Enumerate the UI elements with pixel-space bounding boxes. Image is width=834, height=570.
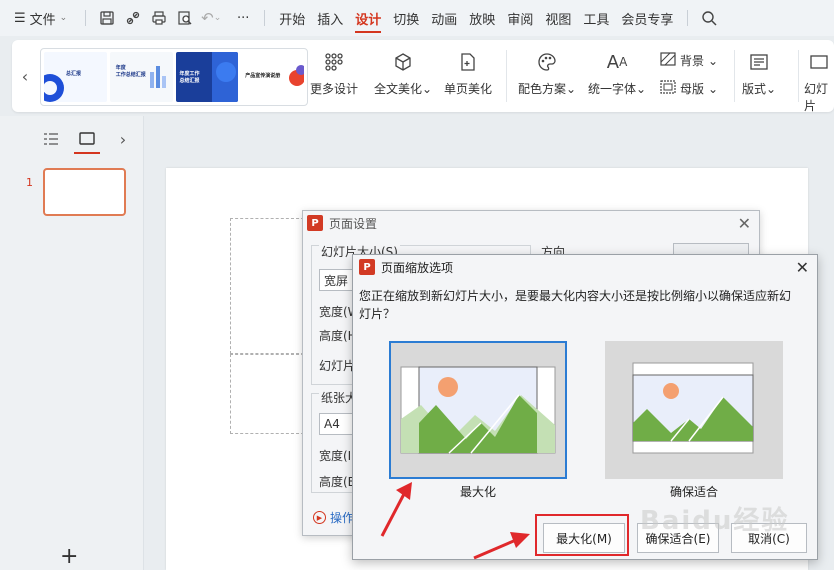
ensure-fit-preview-image (632, 362, 754, 454)
close-icon[interactable]: ✕ (738, 214, 751, 233)
more-design-button[interactable]: 更多设计 (310, 48, 358, 97)
more-icon[interactable]: ··· (230, 5, 256, 31)
file-menu-label: 文件 (29, 12, 56, 28)
dialog-title: 页面缩放选项 (381, 260, 454, 275)
color-scheme-button[interactable]: 配色方案⌄ (518, 48, 576, 97)
layout-icon (745, 48, 773, 76)
divider (264, 10, 266, 26)
outline-icon[interactable] (40, 128, 62, 150)
divider (687, 10, 689, 26)
tab-member[interactable]: 会员专享 (615, 0, 679, 36)
presentation-logo-icon: P (307, 215, 323, 231)
layout-label: 版式⌄ (742, 82, 777, 96)
master-label: 母版 (680, 82, 705, 96)
close-icon[interactable]: ✕ (796, 258, 809, 277)
undo-icon[interactable]: ↶ ⌄ (198, 5, 224, 31)
ensure-fit-option-label: 确保适合 (669, 485, 718, 499)
menu-bar: ☰ 文件 ⌄ ↶ ⌄ ··· 开始 插入 设计 切换 动画 放映 审阅 视图 工具… (0, 0, 834, 36)
add-slide-icon[interactable]: + (60, 544, 78, 569)
template-thumb[interactable]: 年度工作 总结汇报 (175, 52, 239, 102)
background-button[interactable]: 背景 ⌄ (660, 52, 718, 69)
hamburger-icon: ☰ (14, 10, 26, 26)
slide-icon (805, 48, 833, 76)
slides-panel: › 1 + (0, 116, 144, 570)
dialog-titlebar: P 页面缩放选项 (353, 255, 817, 279)
paper-width-label: 宽度(I (319, 449, 352, 463)
thumbnail-view-icon[interactable] (74, 128, 100, 154)
more-design-label: 更多设计 (310, 82, 359, 96)
palette-icon (533, 48, 561, 76)
font-icon: AA (606, 51, 628, 73)
divider (85, 10, 87, 26)
tab-transition[interactable]: 切换 (387, 0, 425, 36)
play-icon: ▶ (313, 511, 326, 524)
maximize-option-label: 最大化 (459, 485, 496, 499)
operation-tip-label: 操作 (330, 511, 355, 525)
file-menu[interactable]: ☰ 文件 ⌄ (14, 9, 67, 28)
dialog-titlebar: P 页面设置 (303, 211, 759, 235)
background-label: 背景 (680, 54, 705, 68)
template-thumb[interactable]: 总汇报 (44, 52, 107, 102)
master-icon (660, 80, 676, 97)
template-thumb[interactable]: 产品宣传演说册 (241, 52, 304, 102)
ensure-fit-option[interactable] (605, 341, 783, 479)
chevron-right-icon[interactable]: › (112, 128, 134, 150)
tab-design[interactable]: 设计 (349, 0, 387, 36)
slide-size-label: 幻灯片 (804, 82, 829, 113)
background-icon (660, 52, 676, 69)
slide-size-button[interactable]: 幻灯片 (804, 48, 834, 114)
layout-button[interactable]: 版式⌄ (742, 48, 776, 97)
dialog-title: 页面设置 (329, 216, 378, 231)
chevron-down-icon: ⌄ (708, 81, 719, 96)
search-icon[interactable] (696, 5, 722, 31)
tab-animation[interactable]: 动画 (425, 0, 463, 36)
grid-icon (320, 48, 348, 76)
page-magic-icon (454, 48, 482, 76)
unify-font-label: 统一字体⌄ (588, 82, 647, 96)
chevron-down-icon: ⌄ (59, 13, 68, 23)
divider (798, 50, 799, 102)
slide-number: 1 (26, 176, 33, 189)
panel-tabs: › (40, 128, 134, 154)
print-icon[interactable] (146, 5, 172, 31)
maximize-preview-image (400, 366, 556, 454)
design-ribbon: ‹ 总汇报 年度 工作总结汇报 年度工作 总结汇报 产品宣传演说册 更多设计 全… (12, 40, 834, 114)
divider (734, 50, 735, 102)
highlight-box (535, 514, 629, 556)
full-beautify-label: 全文美化⌄ (374, 82, 433, 96)
single-beautify-label: 单页美化 (444, 82, 493, 96)
slide-label: 幻灯片 (319, 359, 356, 373)
operation-tip-link[interactable]: ▶ 操作 (313, 509, 354, 526)
tab-review[interactable]: 审阅 (501, 0, 539, 36)
tab-home[interactable]: 开始 (273, 0, 311, 36)
template-thumb-text: 总汇报 (66, 71, 82, 77)
presentation-logo-icon: P (359, 259, 375, 275)
full-beautify-button[interactable]: 全文美化⌄ (374, 48, 432, 97)
tab-slideshow[interactable]: 放映 (463, 0, 501, 36)
watermark: Baidu经验 (640, 506, 790, 536)
chevron-down-icon: ⌄ (708, 53, 719, 68)
slide-thumbnail[interactable] (43, 168, 126, 216)
divider (506, 50, 507, 102)
template-thumb[interactable]: 年度 工作总结汇报 (109, 52, 173, 102)
maximize-option[interactable] (389, 341, 567, 479)
tab-view[interactable]: 视图 (539, 0, 577, 36)
single-beautify-button[interactable]: 单页美化 (444, 48, 492, 97)
save-icon[interactable] (94, 5, 120, 31)
chevron-left-icon[interactable]: ‹ (14, 48, 36, 104)
paper-height-label: 高度(E (319, 475, 356, 489)
cube-icon (389, 48, 417, 76)
template-thumb-text: 年度工作 总结汇报 (179, 71, 200, 84)
share-icon[interactable] (120, 5, 146, 31)
preview-icon[interactable] (172, 5, 198, 31)
master-button[interactable]: 母版 ⌄ (660, 80, 718, 97)
unify-font-button[interactable]: AA 统一字体⌄ (588, 48, 646, 97)
tab-insert[interactable]: 插入 (311, 0, 349, 36)
color-scheme-label: 配色方案⌄ (518, 82, 577, 96)
tab-tools[interactable]: 工具 (577, 0, 615, 36)
template-gallery: 总汇报 年度 工作总结汇报 年度工作 总结汇报 产品宣传演说册 (40, 48, 308, 106)
dialog-message: 您正在缩放到新幻灯片大小，是要最大化内容大小还是按比例缩小以确保适应新幻灯片？ (359, 289, 792, 321)
